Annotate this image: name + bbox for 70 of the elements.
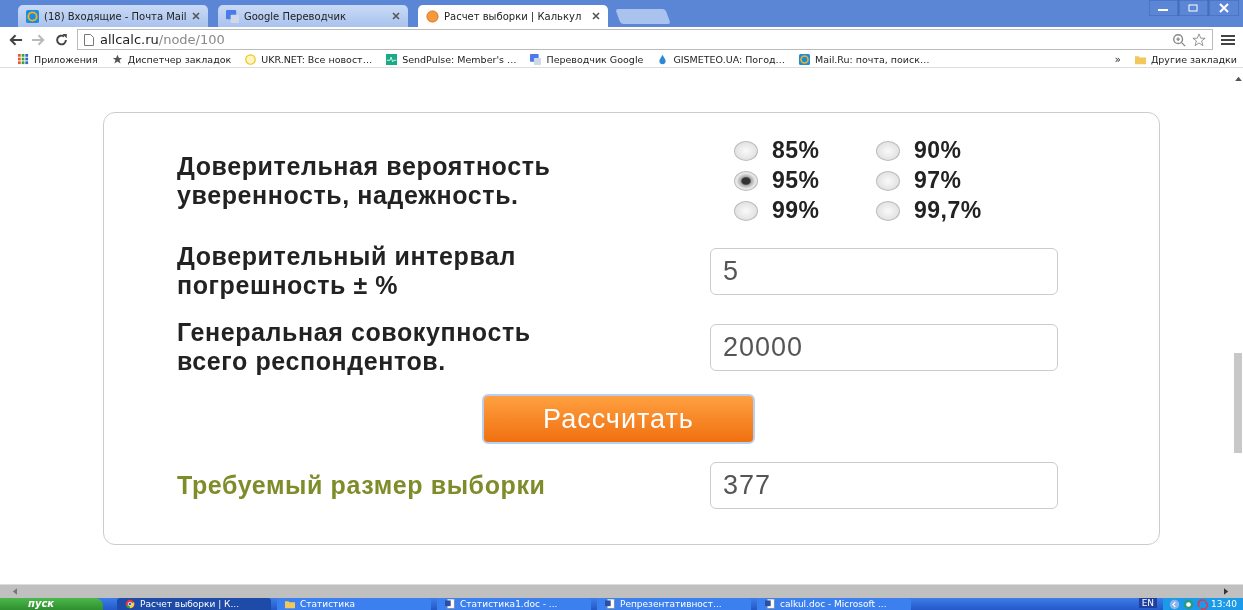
close-icon[interactable] (592, 12, 600, 20)
document-icon (605, 599, 615, 609)
radio-button[interactable] (734, 170, 758, 191)
radio-option[interactable]: 85% (734, 137, 876, 164)
tray-app-icon[interactable] (1183, 598, 1195, 610)
tray-swirl-icon[interactable] (1197, 598, 1209, 610)
radio-button[interactable] (734, 140, 758, 161)
site-logo-icon (426, 9, 439, 23)
taskbar-button[interactable]: Статистика1.doc - ... (437, 598, 591, 610)
window-controls[interactable] (1149, 0, 1239, 16)
back-icon[interactable] (8, 32, 23, 47)
field-label: Доверительная вероятность уверенность, надежность. (177, 151, 552, 210)
document-icon (445, 599, 455, 609)
field-label: Генеральная совокупность всего респондентов. (177, 318, 532, 376)
translate-icon (226, 9, 239, 23)
bookmarks-overflow-button[interactable]: » (1114, 53, 1121, 65)
radio-option[interactable]: 99% (734, 197, 876, 224)
radio-option[interactable]: 99,7% (876, 197, 1018, 224)
document-icon (765, 599, 775, 609)
menu-icon[interactable] (1221, 33, 1235, 46)
horizontal-scrollbar[interactable] (0, 584, 1243, 598)
field-label: Доверительный интервал погрешность ± % (177, 242, 518, 300)
bookmark-item[interactable]: Переводчик Google (530, 53, 644, 65)
radio-option[interactable]: 97% (876, 167, 1018, 194)
scroll-right-icon[interactable] (1224, 588, 1229, 595)
close-icon[interactable] (192, 12, 200, 20)
star-icon (111, 53, 123, 65)
reload-icon[interactable] (54, 32, 69, 47)
radio-button[interactable] (876, 170, 900, 191)
close-icon[interactable] (392, 12, 400, 20)
scroll-left-icon[interactable] (12, 588, 17, 595)
browser-tab[interactable]: Google Переводчик (218, 5, 408, 27)
radio-option[interactable]: 90% (876, 137, 1018, 164)
page-icon (84, 33, 94, 46)
taskbar-button[interactable]: calkul.doc - Microsoft ... (757, 598, 911, 610)
radio-button[interactable] (876, 200, 900, 221)
translate-icon (530, 53, 542, 65)
forward-icon[interactable] (31, 32, 46, 47)
address-bar[interactable]: allcalc.ru/node/100 (77, 29, 1213, 50)
chrome-icon (125, 599, 135, 609)
language-indicator[interactable]: EN (1138, 598, 1158, 608)
taskbar-button[interactable]: Репрезентативност... (597, 598, 751, 610)
drop-icon (657, 53, 669, 65)
bookmark-item[interactable]: SendPulse: Member's … (386, 53, 517, 65)
input-field[interactable]: 5 (710, 247, 1058, 295)
taskbar-button[interactable]: Расчет выборки | К... (117, 598, 271, 610)
browser-tab[interactable]: (18) Входящие - Почта Mail (18, 5, 208, 27)
result-label: Требуемый размер выборки (177, 471, 547, 500)
radio-button[interactable] (876, 140, 900, 161)
input-field[interactable]: 20000 (710, 323, 1058, 371)
site-logo-icon (245, 53, 257, 65)
scroll-up-icon[interactable] (1234, 76, 1242, 81)
scroll-thumb[interactable] (1234, 353, 1242, 453)
other-bookmarks-folder[interactable]: Другие закладки (1134, 53, 1237, 65)
bookmark-item[interactable]: UKR.NET: Все новост… (245, 53, 373, 65)
result-field[interactable]: 377 (710, 462, 1058, 509)
radio-button[interactable] (734, 200, 758, 221)
new-tab-button[interactable] (615, 9, 671, 24)
bookmark-item[interactable]: GISMETEO.UA: Погод… (657, 53, 786, 65)
browser-tab[interactable]: Расчет выборки | Калькул (418, 5, 608, 27)
star-icon[interactable] (1192, 32, 1206, 47)
bookmark-item[interactable]: Приложения (18, 53, 98, 65)
clock: 13:40 (1211, 599, 1237, 609)
taskbar-button[interactable]: Статистика (277, 598, 431, 610)
folder-icon (1134, 53, 1146, 65)
radio-option[interactable]: 95% (734, 167, 876, 194)
bookmark-item[interactable]: Диспетчер закладок (111, 53, 232, 65)
zoom-icon[interactable] (1172, 32, 1186, 47)
bookmark-item[interactable]: Mail.Ru: почта, поиск… (799, 53, 930, 65)
apps-grid-icon (18, 53, 29, 65)
